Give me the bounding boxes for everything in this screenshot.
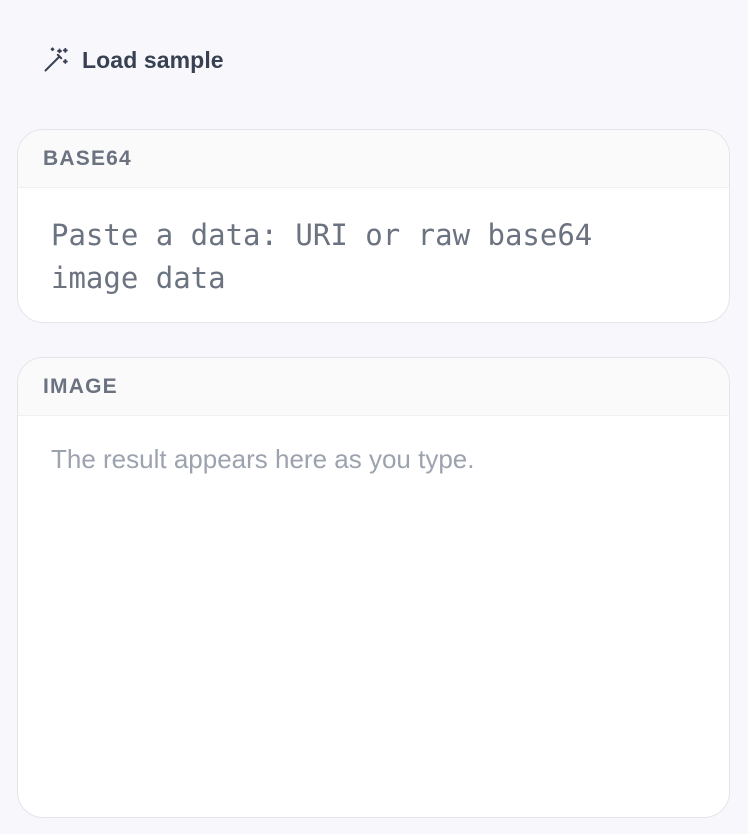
image-panel: IMAGE The result appears here as you typ… — [17, 357, 730, 818]
load-sample-label: Load sample — [82, 46, 224, 73]
load-sample-button[interactable]: Load sample — [42, 44, 224, 76]
base64-panel-header: BASE64 — [18, 130, 729, 188]
image-output-area: The result appears here as you type. — [18, 416, 729, 503]
magic-wand-icon — [42, 46, 70, 74]
base64-panel: BASE64 — [17, 129, 730, 323]
base64-panel-title: BASE64 — [43, 146, 132, 170]
image-panel-header: IMAGE — [18, 358, 729, 416]
image-panel-title: IMAGE — [43, 374, 118, 398]
empty-result-message: The result appears here as you type. — [51, 444, 475, 474]
base64-input[interactable] — [18, 188, 729, 322]
